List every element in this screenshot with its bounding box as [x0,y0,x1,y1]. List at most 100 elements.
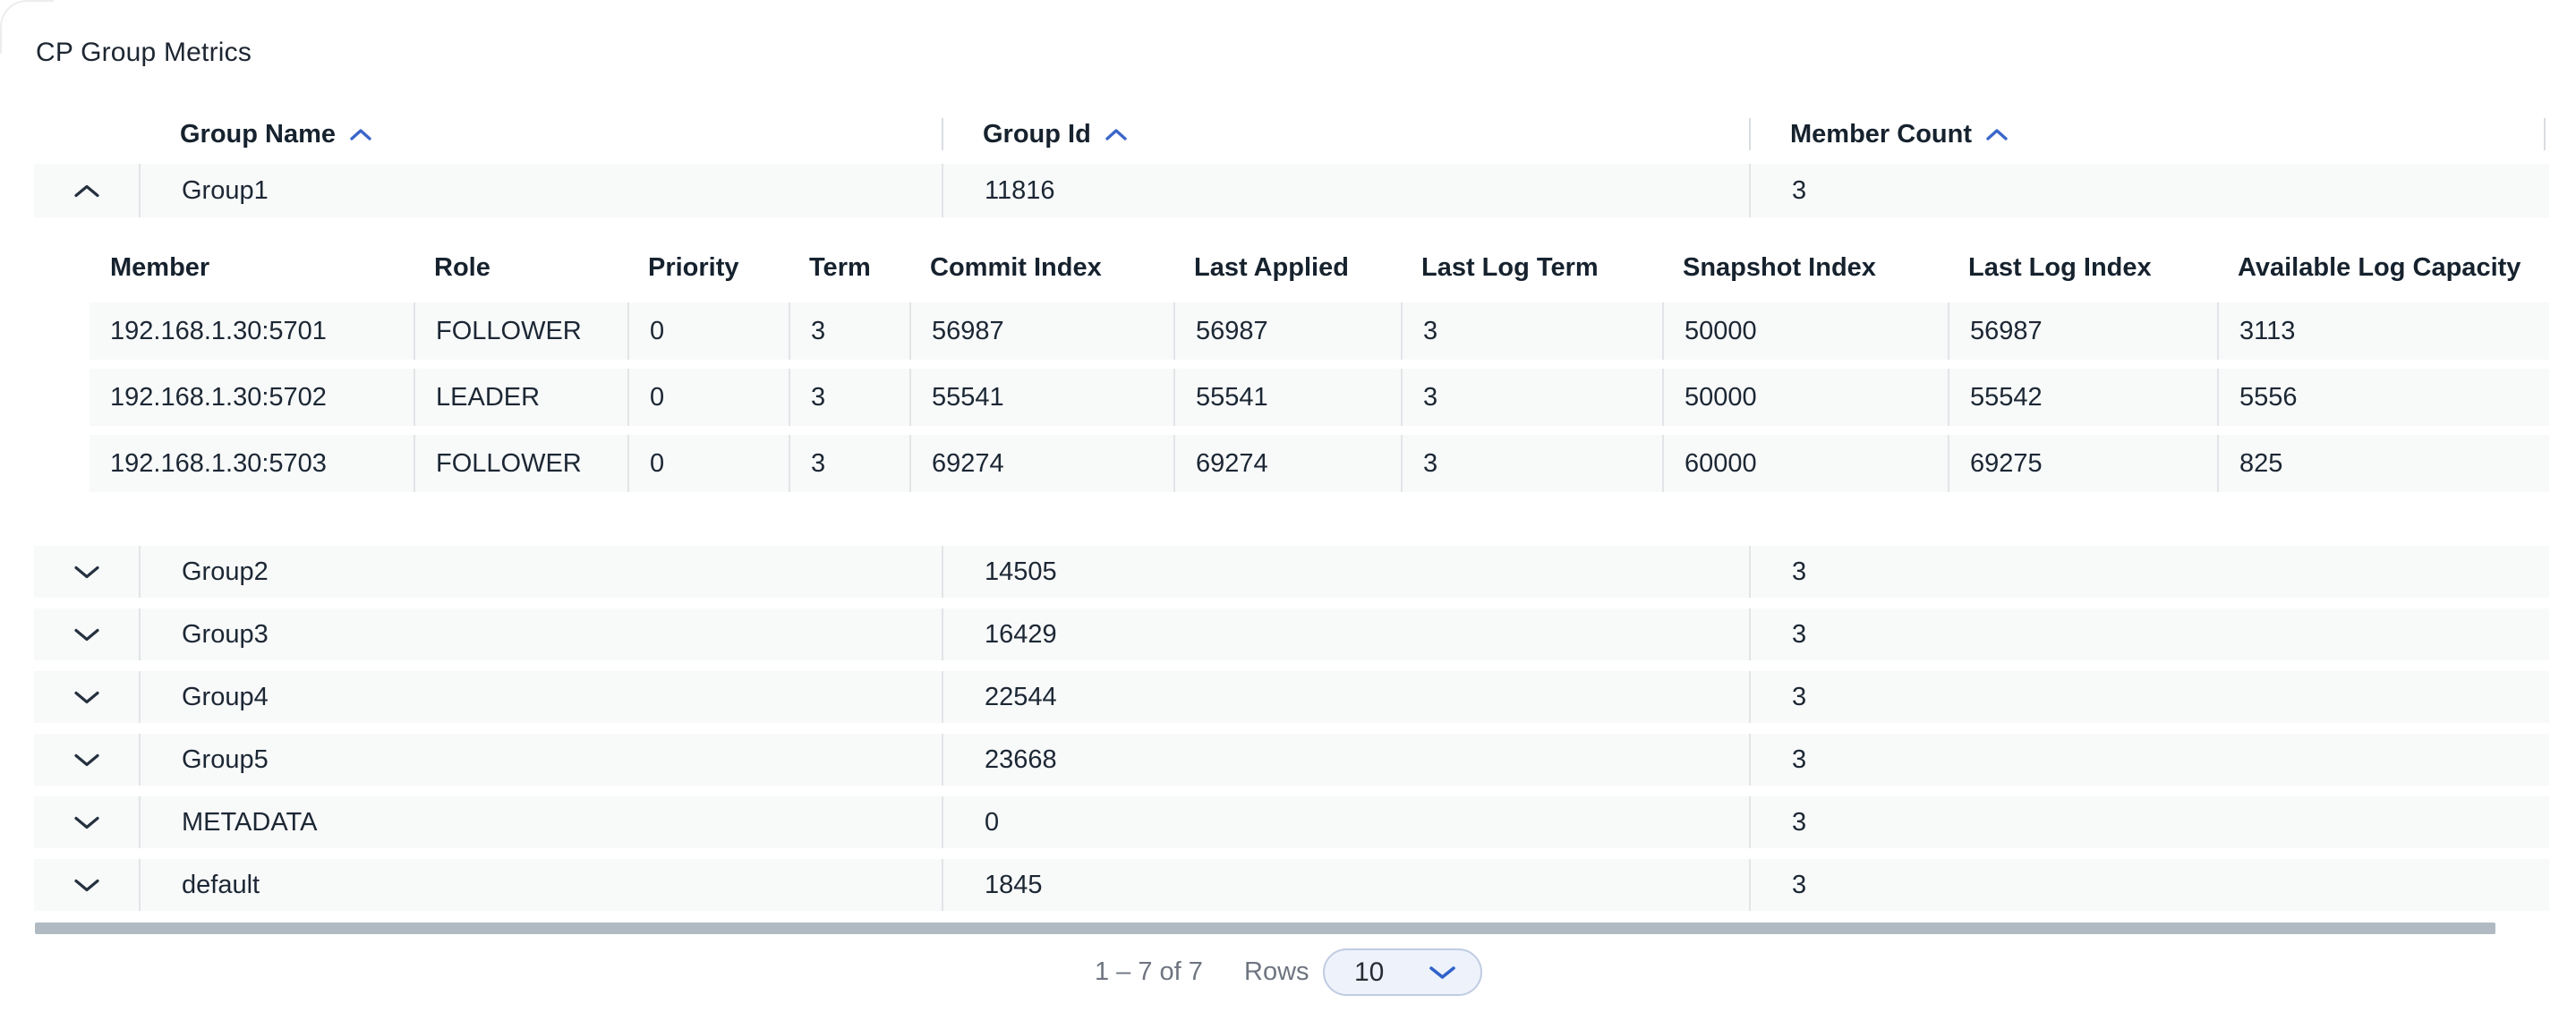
role-cell: FOLLOWER [414,435,627,492]
rows-per-page-value: 10 [1354,957,1384,988]
last-log-term-cell: 3 [1401,369,1662,426]
last-applied-cell: 56987 [1173,302,1401,360]
column-header-label: Group Id [983,120,1091,149]
group-table-header: Group Name Group Id Member Count [34,112,2549,157]
rows-per-page-select[interactable]: 10 [1323,948,1482,996]
member-count-cell: 3 [1749,734,2549,786]
group-name-cell: default [139,859,942,911]
chevron-down-icon [1428,965,1457,981]
table-row-group5[interactable]: Group5 23668 3 [34,734,2549,786]
member-column-header: Commit Index [909,253,1173,283]
available-log-capacity-cell: 825 [2217,435,2549,492]
group-id-cell: 22544 [942,671,1749,723]
expand-row-button[interactable] [34,546,139,598]
sort-ascending-icon[interactable] [349,128,372,141]
chevron-up-icon [73,183,101,199]
group-name-cell: Group3 [139,608,942,660]
chevron-down-icon [73,627,101,642]
last-log-term-cell: 3 [1401,302,1662,360]
page-title: CP Group Metrics [36,38,252,68]
member-column-header: Last Log Index [1948,253,2217,283]
collapse-row-button[interactable] [34,164,139,217]
role-cell: FOLLOWER [414,302,627,360]
group-id-cell: 1845 [942,859,1749,911]
last-log-term-cell: 3 [1401,435,1662,492]
snapshot-index-cell: 60000 [1662,435,1948,492]
chevron-down-icon [73,690,101,705]
term-cell: 3 [789,302,909,360]
member-column-header: Last Applied [1173,253,1401,283]
group-name-cell: Group5 [139,734,942,786]
member-column-header: Term [789,253,909,283]
table-row-group1[interactable]: Group1 11816 3 [34,164,2549,217]
last-log-index-cell: 56987 [1948,302,2217,360]
column-header-group-id[interactable]: Group Id [942,112,1749,157]
table-row-group3[interactable]: Group3 16429 3 [34,608,2549,660]
expand-row-button[interactable] [34,796,139,848]
member-column-header: Available Log Capacity [2217,253,2549,283]
member-column-header: Last Log Term [1401,253,1662,283]
role-cell: LEADER [414,369,627,426]
group-name-cell: Group4 [139,671,942,723]
group-id-cell: 14505 [942,546,1749,598]
column-header-label: Member Count [1790,120,1972,149]
member-column-header: Role [414,253,627,283]
rows-per-page-label: Rows [1244,948,1309,995]
term-cell: 3 [789,435,909,492]
expand-row-button[interactable] [34,608,139,660]
group-name-cell: Group2 [139,546,942,598]
member-table-row: 192.168.1.30:5702 LEADER 0 3 55541 55541… [90,369,2549,426]
last-applied-cell: 69274 [1173,435,1401,492]
member-count-cell: 3 [1749,608,2549,660]
snapshot-index-cell: 50000 [1662,369,1948,426]
member-address-cell: 192.168.1.30:5701 [90,302,414,360]
table-row-group4[interactable]: Group4 22544 3 [34,671,2549,723]
member-column-header: Snapshot Index [1662,253,1948,283]
available-log-capacity-cell: 5556 [2217,369,2549,426]
group-id-cell: 11816 [942,164,1749,217]
horizontal-scrollbar[interactable] [35,923,2495,934]
member-count-cell: 3 [1749,164,2549,217]
column-header-group-name[interactable]: Group Name [139,112,942,157]
chevron-down-icon [73,565,101,580]
last-applied-cell: 55541 [1173,369,1401,426]
table-row-metadata[interactable]: METADATA 0 3 [34,796,2549,848]
column-header-label: Group Name [180,120,336,149]
group-id-cell: 23668 [942,734,1749,786]
sort-ascending-icon[interactable] [1985,128,2009,141]
column-header-member-count[interactable]: Member Count [1749,112,2549,157]
group-name-cell: METADATA [139,796,942,848]
chevron-down-icon [73,815,101,830]
priority-cell: 0 [627,302,789,360]
group-id-cell: 0 [942,796,1749,848]
last-log-index-cell: 69275 [1948,435,2217,492]
group-id-cell: 16429 [942,608,1749,660]
member-address-cell: 192.168.1.30:5702 [90,369,414,426]
member-column-header: Member [90,253,414,283]
pagination-range-label: 1 – 7 of 7 [1095,948,1203,995]
group-name-cell: Group1 [139,164,942,217]
member-column-header: Priority [627,253,789,283]
table-row-group2[interactable]: Group2 14505 3 [34,546,2549,598]
expand-row-button[interactable] [34,734,139,786]
expand-row-button[interactable] [34,859,139,911]
commit-index-cell: 69274 [909,435,1173,492]
member-table-header: Member Role Priority Term Commit Index L… [90,242,2549,293]
priority-cell: 0 [627,369,789,426]
member-count-cell: 3 [1749,859,2549,911]
member-table-row: 192.168.1.30:5701 FOLLOWER 0 3 56987 569… [90,302,2549,360]
table-row-default[interactable]: default 1845 3 [34,859,2549,911]
expand-row-button[interactable] [34,671,139,723]
sort-ascending-icon[interactable] [1105,128,1128,141]
member-count-cell: 3 [1749,796,2549,848]
commit-index-cell: 56987 [909,302,1173,360]
member-count-cell: 3 [1749,546,2549,598]
chevron-down-icon [73,878,101,893]
member-table-row: 192.168.1.30:5703 FOLLOWER 0 3 69274 692… [90,435,2549,492]
member-address-cell: 192.168.1.30:5703 [90,435,414,492]
priority-cell: 0 [627,435,789,492]
chevron-down-icon [73,753,101,768]
available-log-capacity-cell: 3113 [2217,302,2549,360]
commit-index-cell: 55541 [909,369,1173,426]
term-cell: 3 [789,369,909,426]
